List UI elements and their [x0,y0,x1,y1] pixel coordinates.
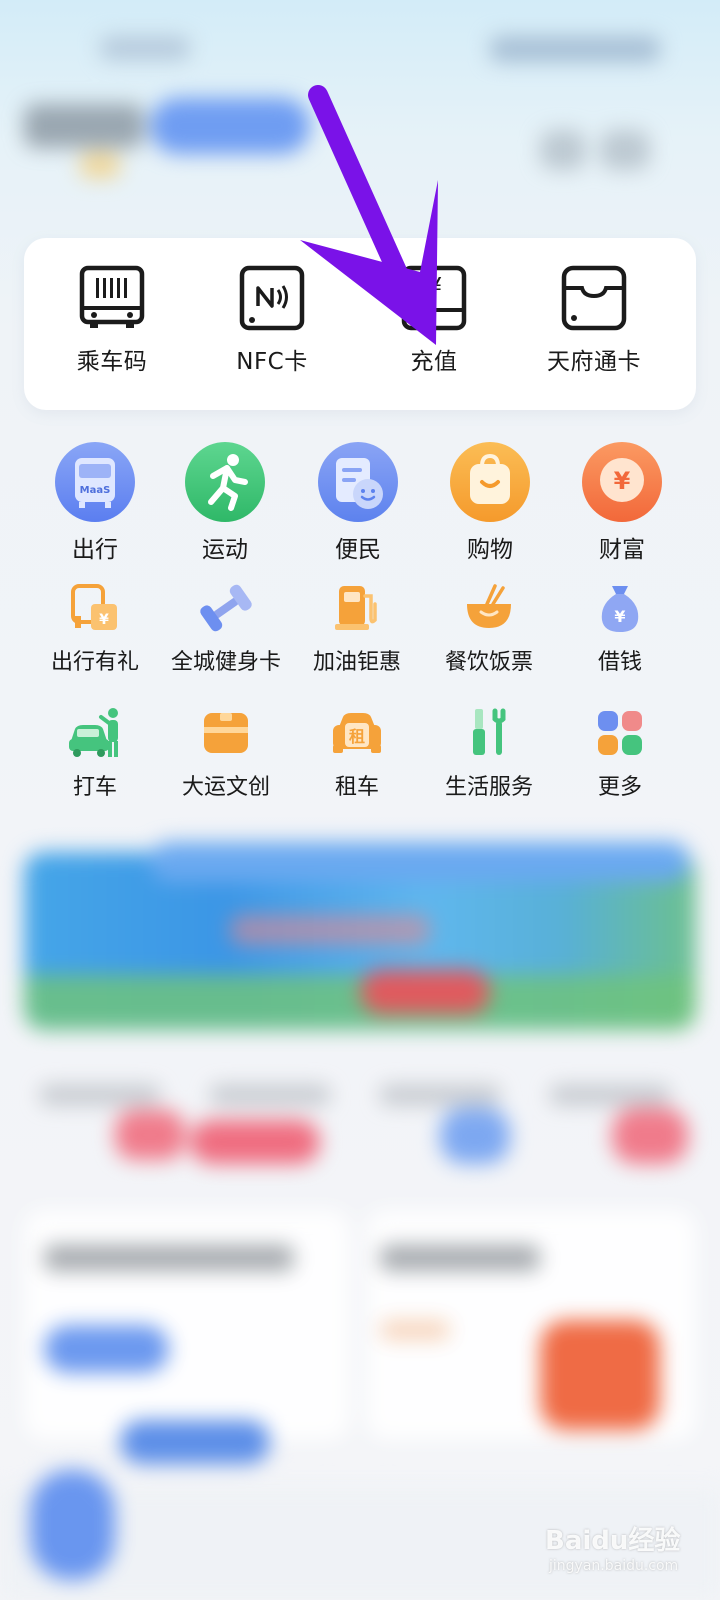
quick-action-bus-code[interactable]: 乘车码 [32,264,192,376]
service-label: 餐饮饭票 [444,650,533,675]
food-bowl-icon [467,584,511,628]
service-more[interactable]: 更多 [553,705,687,801]
more-grid-icon [598,711,642,755]
service-fuel-discount[interactable]: 加油钜惠 [290,580,424,676]
quick-action-label: NFC卡 [236,349,308,375]
blurred-banner-bottom [24,975,696,1030]
quick-action-recharge[interactable]: ¥ 充值 [354,264,514,376]
category-sports[interactable]: 运动 [160,440,290,564]
taxi-icon [69,708,118,757]
yuan-coin-icon: ¥ [582,442,662,522]
blurred-banner-top [150,842,690,882]
category-label: 财富 [599,537,645,563]
quick-action-label: 天府通卡 [547,349,641,375]
blurred-text [210,1085,330,1105]
service-label: 加油钜惠 [312,650,401,675]
blurred-city-title [24,104,144,148]
money-bag-icon: ¥ [601,586,639,632]
blurred-card-title [44,1245,294,1271]
service-label: 出行有礼 [50,650,139,675]
blurred-text [40,1085,160,1105]
service-doc-icon [318,442,398,522]
bus-code-icon [79,265,145,328]
category-label: 出行 [72,537,118,563]
category-label: 运动 [202,537,248,563]
card-wallet-icon [561,265,627,331]
category-convenience[interactable]: 便民 [293,440,423,564]
blurred-promo [190,1120,320,1164]
blurred-card-image [540,1320,660,1430]
quick-action-label: 乘车码 [76,349,148,375]
service-label: 更多 [597,775,642,800]
blurred-text [550,1085,670,1105]
blurred-nav-icon [30,1470,115,1580]
fuel-pump-icon [335,586,377,630]
nfc-card-icon [239,265,305,331]
car-rental-icon: 租 [333,713,381,753]
service-label: 借钱 [597,650,642,675]
blurred-header-icon [540,130,586,170]
service-food-vouchers[interactable]: 餐饮饭票 [422,580,556,676]
category-label: 便民 [335,537,381,563]
svg-text:¥: ¥ [614,607,625,626]
blurred-status-right [490,36,660,62]
service-life-services[interactable]: 生活服务 [422,705,556,801]
quick-action-tianfu-card[interactable]: 天府通卡 [514,264,674,376]
recharge-icon: ¥ [401,265,467,331]
service-label: 租车 [334,775,379,800]
tools-icon [473,708,506,755]
quick-action-nfc-card[interactable]: NFC卡 [192,264,352,376]
blurred-card-tag [380,1320,450,1340]
blurred-card-title [380,1245,540,1271]
service-label: 全城健身卡 [170,650,281,675]
service-taxi[interactable]: 打车 [28,705,162,801]
service-travel-gift[interactable]: ¥ 出行有礼 [28,580,162,676]
svg-text:¥: ¥ [614,467,631,495]
blurred-banner-button [360,970,490,1014]
blurred-weather [80,152,120,178]
svg-text:MaaS: MaaS [80,485,111,496]
blurred-text [380,1085,500,1105]
blurred-header-icon [600,130,650,170]
running-icon [185,442,265,522]
blurred-promo [440,1108,510,1164]
baidu-watermark: Baidu经验 jingyan.baidu.com [545,1520,715,1590]
service-car-rental[interactable]: 租 租车 [290,705,424,801]
shopping-bag-icon [450,442,530,522]
service-label: 生活服务 [444,775,533,800]
svg-text:¥: ¥ [99,612,109,628]
category-wealth[interactable]: ¥ 财富 [557,440,687,564]
blurred-banner-text [230,915,430,945]
service-label: 大运文创 [181,775,270,800]
blurred-promo [115,1110,185,1160]
service-label: 打车 [72,775,117,800]
service-fitness-card[interactable]: 全城健身卡 [159,580,293,676]
gift-box-icon [204,713,248,753]
category-travel[interactable]: MaaS 出行 [30,440,160,564]
travel-gift-icon: ¥ [71,584,117,630]
blurred-card-button [44,1325,169,1373]
svg-text:¥: ¥ [426,273,443,303]
service-universiade-merch[interactable]: 大运文创 [159,705,293,801]
category-shopping[interactable]: 购物 [425,440,555,564]
quick-action-label: 充值 [410,349,458,375]
maas-bus-icon: MaaS [55,442,135,522]
svg-text:租: 租 [349,727,365,746]
dumbbell-icon [200,584,252,632]
watermark-sub: jingyan.baidu.com [549,1558,679,1574]
watermark-text: Baidu经验 [545,1526,681,1556]
blurred-status-left [100,36,190,60]
blurred-search-pill [150,98,310,154]
quick-actions-card: 乘车码 NFC卡 ¥ 充值 天府通卡 [24,238,696,410]
blurred-card-button [120,1420,270,1464]
service-borrow-money[interactable]: ¥ 借钱 [553,580,687,676]
blurred-promo [612,1108,688,1164]
category-label: 购物 [467,537,513,563]
